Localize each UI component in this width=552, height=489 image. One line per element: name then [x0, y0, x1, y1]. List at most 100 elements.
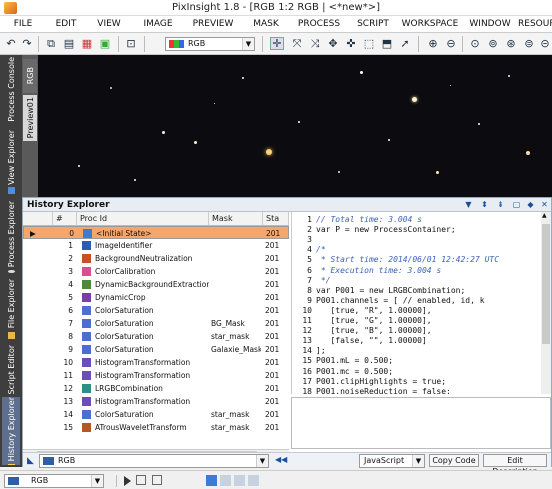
left-tab-bar: Process Console View Explorer Process Ex…	[0, 55, 22, 467]
code-view[interactable]: 1 // Total time: 3.004 s 2 var P = new Proc…	[291, 212, 551, 394]
tab-process-console[interactable]: Process Console	[2, 57, 20, 125]
table-row[interactable]: 7 ColorSaturation BG_Mask 201	[23, 317, 289, 330]
clone-image-icon[interactable]: ⧉	[44, 37, 58, 50]
column-header-state[interactable]: Sta	[263, 212, 289, 226]
collapse-icon[interactable]: ▼	[463, 199, 474, 210]
table-row[interactable]: 9 ColorSaturation Galaxie_Mask 201	[23, 343, 289, 356]
zoom-fit-icon[interactable]: ⤨	[308, 37, 322, 50]
menu-file[interactable]: FILE	[0, 16, 46, 32]
menu-script[interactable]: SCRIPT	[348, 16, 398, 32]
workspace-2-icon[interactable]	[220, 475, 231, 486]
zoom-out-icon[interactable]: ⊖	[444, 37, 458, 50]
menu-process[interactable]: PROCESS	[290, 16, 348, 32]
line-number: 2	[307, 225, 312, 235]
tab-process-explorer[interactable]: Process Explorer	[2, 201, 20, 273]
column-header-proc-id[interactable]: Proc Id	[77, 212, 209, 226]
table-row[interactable]: 6 ColorSaturation 201	[23, 304, 289, 317]
menu-view[interactable]: VIEW	[86, 16, 132, 32]
table-row[interactable]: 15 ATrousWaveletTransform star_mask 201	[23, 421, 289, 434]
row-number: 2	[68, 254, 73, 263]
status-view-select[interactable]: RGB ▼	[4, 474, 104, 488]
zoom-window-icon[interactable]: ⊛	[504, 37, 518, 50]
star	[478, 123, 480, 125]
workspace-4-icon[interactable]	[248, 475, 259, 486]
double-left-icon[interactable]: ◀◀	[275, 455, 287, 464]
menu-edit[interactable]: EDIT	[46, 16, 86, 32]
table-row[interactable]: 10 HistogramTransformation 201	[23, 356, 289, 369]
cursor-icon[interactable]: ➚	[398, 37, 412, 50]
table-row[interactable]: 11 HistogramTransformation 201	[23, 369, 289, 382]
description-area[interactable]	[291, 397, 551, 449]
table-row[interactable]: ▶ 0 <Initial State> 201	[23, 226, 289, 239]
copy-code-button[interactable]: Copy Code	[429, 454, 479, 467]
zoom-selection-icon[interactable]: ⊜	[522, 37, 536, 50]
selection-mode-icon[interactable]: ⬚	[362, 37, 376, 50]
code-vertical-scrollbar[interactable]: ▲	[541, 212, 551, 394]
tab-history-explorer[interactable]: History Explorer	[2, 397, 20, 465]
zoom-in-icon[interactable]: ⊕	[426, 37, 440, 50]
rgb-channels-icon[interactable]: ▣	[98, 37, 112, 50]
workspace-3-icon[interactable]	[234, 475, 245, 486]
row-number: 15	[63, 423, 73, 432]
menu-preview[interactable]: PREVIEW	[184, 16, 242, 32]
column-header-mask[interactable]: Mask	[209, 212, 263, 226]
channel-select[interactable]: RGB ▼	[165, 37, 255, 51]
row-number: 10	[63, 358, 73, 367]
table-row[interactable]: 12 LRGBCombination 201	[23, 382, 289, 395]
readout-mode-icon[interactable]: ✛	[270, 37, 284, 50]
scroll-up-icon[interactable]: ▲	[542, 212, 547, 219]
star	[526, 151, 530, 155]
scrollbar-thumb[interactable]	[542, 224, 550, 344]
image-view[interactable]	[38, 55, 552, 197]
float-icon[interactable]: ▢	[511, 199, 522, 210]
menu-mask[interactable]: MASK	[242, 16, 290, 32]
table-row[interactable]: 14 ColorSaturation star_mask 201	[23, 408, 289, 421]
toolbar-separator	[38, 36, 39, 52]
zoom-more-icon[interactable]: ⊝	[538, 37, 552, 50]
table-row[interactable]: 4 DynamicBackgroundExtraction 201	[23, 278, 289, 291]
tab-script-editor[interactable]: Script Editor	[2, 345, 20, 403]
menu-image[interactable]: IMAGE	[132, 16, 184, 32]
shade-icon[interactable]: ⬍	[479, 199, 490, 210]
column-header-number[interactable]: #	[53, 212, 77, 226]
maximize-icon[interactable]: ◆	[525, 199, 536, 210]
table-row[interactable]: 3 ColorCalibration 201	[23, 265, 289, 278]
table-row[interactable]: 5 DynamicCrop 201	[23, 291, 289, 304]
tab-view-explorer[interactable]: View Explorer	[2, 129, 20, 195]
pan-mode-icon[interactable]: ✥	[326, 37, 340, 50]
edit-description-button[interactable]: Edit Description	[483, 454, 547, 476]
table-row[interactable]: 2 BackgroundNeutralization 201	[23, 252, 289, 265]
zoom-1-1-icon[interactable]: ⊙	[468, 37, 482, 50]
table-row[interactable]: 1 ImageIdentifier 201	[23, 239, 289, 252]
table-row[interactable]: 8 ColorSaturation star_mask 201	[23, 330, 289, 343]
window-icon[interactable]	[136, 475, 146, 485]
row-state: 201	[265, 306, 280, 315]
table-row[interactable]: 13 HistogramTransformation 201	[23, 395, 289, 408]
tab-file-explorer[interactable]: File Explorer	[2, 277, 20, 341]
pin-icon[interactable]: ⇟	[495, 199, 506, 210]
tab-preview01[interactable]: Preview01	[23, 95, 37, 141]
footer-view-select[interactable]: RGB ▼	[39, 454, 269, 468]
fit-view-icon[interactable]: ⤧	[290, 37, 304, 50]
tab-view-rgb[interactable]: RGB	[23, 59, 37, 93]
zoom-to-fit-icon[interactable]: ⊚	[486, 37, 500, 50]
edit-preview-icon[interactable]: ⬒	[380, 37, 394, 50]
menu-window[interactable]: WINDOW	[462, 16, 518, 32]
menu-workspace[interactable]: WORKSPACE	[398, 16, 462, 32]
window-icon[interactable]	[152, 475, 162, 485]
color-channels-icon[interactable]: ▦	[80, 37, 94, 50]
redo-icon[interactable]: ↷	[20, 37, 34, 50]
menu-resources[interactable]: RESOURCES	[518, 16, 552, 32]
workspace-1-icon[interactable]	[206, 475, 217, 486]
chevron-down-icon: ▼	[412, 455, 424, 467]
language-select[interactable]: JavaScript ▼	[359, 454, 425, 468]
undo-icon[interactable]: ↶	[4, 37, 18, 50]
star	[412, 97, 417, 102]
history-explorer-header: History Explorer ▼ ⬍ ⇟ ▢ ◆ ✕	[23, 198, 551, 212]
close-icon[interactable]: ✕	[539, 199, 550, 210]
image-properties-icon[interactable]: ▤	[62, 37, 76, 50]
move-mode-icon[interactable]: ✜	[344, 37, 358, 50]
play-icon[interactable]	[124, 476, 131, 486]
star	[78, 165, 80, 167]
new-preview-icon[interactable]: ⊡	[124, 37, 138, 50]
